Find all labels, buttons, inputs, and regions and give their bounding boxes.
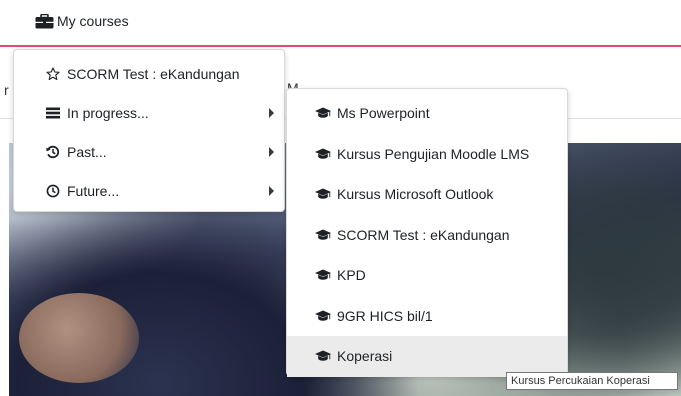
menu-item-label: Past... (67, 143, 107, 160)
obscured-nav-text-left: r (4, 82, 9, 98)
list-icon (46, 106, 60, 120)
my-courses-label: My courses (57, 13, 129, 29)
course-name: SCORM Test : eKandungan (337, 226, 510, 243)
menu-item-label: Future... (67, 182, 120, 199)
menu-item-future[interactable]: Future... (14, 171, 284, 210)
graduation-cap-icon (315, 228, 331, 242)
menu-item-label: In progress... (67, 104, 149, 121)
course-name: 9GR HICS bil/1 (337, 307, 433, 324)
course-name: Kursus Microsoft Outlook (337, 186, 494, 203)
history-icon (46, 145, 60, 159)
submenu-caret-icon (269, 107, 274, 118)
briefcase-icon (35, 13, 54, 29)
submenu-course-item[interactable]: KPD (287, 255, 567, 296)
menu-item-label: SCORM Test : eKandungan (67, 65, 240, 82)
banner-image-detail (19, 293, 139, 383)
submenu-course-item-hovered[interactable]: Koperasi (287, 336, 567, 377)
graduation-cap-icon (315, 349, 331, 363)
menu-item-past[interactable]: Past... (14, 132, 284, 171)
my-courses-dropdown: SCORM Test : eKandungan In progress... P… (13, 49, 285, 212)
menu-item-starred-course[interactable]: SCORM Test : eKandungan (14, 54, 284, 93)
graduation-cap-icon (315, 309, 331, 323)
submenu-course-item[interactable]: Kursus Microsoft Outlook (287, 174, 567, 215)
course-name: Kursus Pengujian Moodle LMS (337, 145, 530, 162)
my-courses-menu-toggle[interactable]: My courses (35, 13, 129, 29)
course-name: Koperasi (337, 348, 393, 365)
graduation-cap-icon (315, 147, 331, 161)
in-progress-submenu: Ms Powerpoint Kursus Pengujian Moodle LM… (286, 88, 568, 377)
submenu-caret-icon (269, 146, 274, 157)
menu-item-in-progress[interactable]: In progress... (14, 93, 284, 132)
course-tooltip: Kursus Percukaian Koperasi (506, 372, 678, 390)
course-name: Ms Powerpoint (337, 105, 430, 122)
submenu-course-item[interactable]: SCORM Test : eKandungan (287, 215, 567, 256)
graduation-cap-icon (315, 106, 331, 120)
submenu-course-item[interactable]: Ms Powerpoint (287, 93, 567, 134)
submenu-course-item[interactable]: Kursus Pengujian Moodle LMS (287, 134, 567, 175)
graduation-cap-icon (315, 187, 331, 201)
star-outline-icon (46, 66, 60, 81)
graduation-cap-icon (315, 268, 331, 282)
submenu-course-item[interactable]: 9GR HICS bil/1 (287, 296, 567, 337)
top-navbar: My courses (0, 0, 681, 47)
course-name: KPD (337, 267, 366, 284)
submenu-caret-icon (269, 185, 274, 196)
clock-icon (46, 184, 60, 198)
